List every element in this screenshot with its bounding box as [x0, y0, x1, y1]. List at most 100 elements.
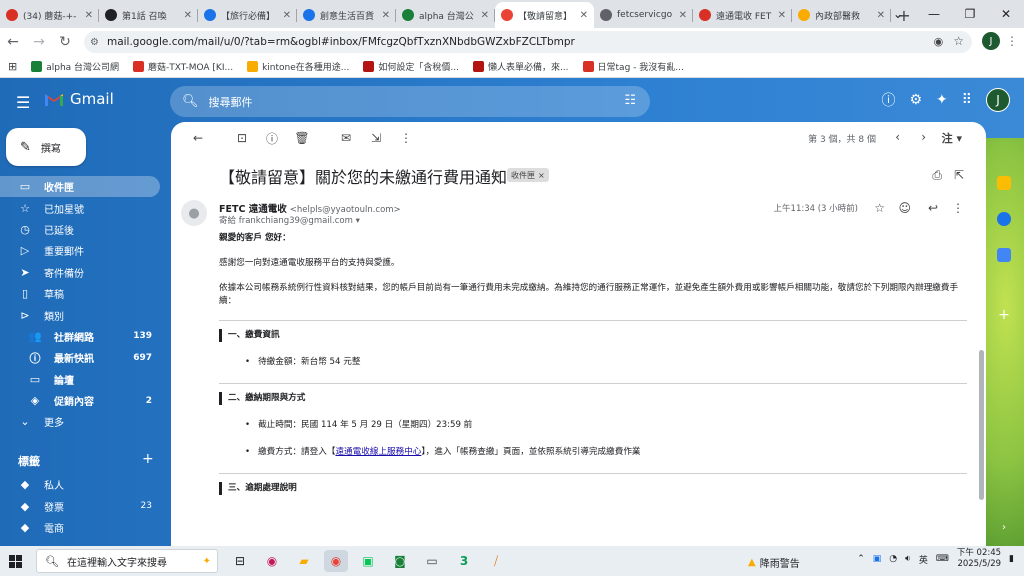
nav-item[interactable]: ◷ 已延後: [0, 219, 162, 240]
bookmark-item[interactable]: kintone在各種用途...: [247, 60, 349, 73]
label-item[interactable]: ◆ 私人: [0, 474, 162, 495]
emoji-react-icon[interactable]: ☺: [898, 201, 911, 215]
maximize-icon[interactable]: ❐: [952, 0, 988, 28]
task-view-icon[interactable]: ⊟: [228, 550, 252, 572]
calendar-icon[interactable]: [997, 176, 1011, 190]
browser-tab[interactable]: 【敬請留意】 ✕: [495, 2, 594, 28]
chevron-down-icon[interactable]: ⌄: [880, 0, 916, 28]
line-app-icon[interactable]: ▣: [356, 550, 380, 572]
browser-tab[interactable]: 【旅行必備】 ✕: [198, 2, 297, 28]
search-filter-icon[interactable]: ☷: [624, 93, 636, 108]
service-center-link[interactable]: 遠通電收線上服務中心: [335, 447, 421, 457]
nav-item[interactable]: ◈ 促銷內容 2: [0, 390, 162, 411]
account-avatar[interactable]: J: [986, 88, 1010, 112]
site-settings-icon[interactable]: ⚙: [90, 37, 99, 48]
browser-menu-icon[interactable]: ⋮: [1006, 34, 1018, 48]
tab-close-icon[interactable]: ✕: [580, 10, 588, 21]
green-app-icon[interactable]: ◙: [388, 550, 412, 572]
file-explorer-icon[interactable]: ▰: [292, 550, 316, 572]
star-icon[interactable]: ☆: [874, 201, 885, 215]
move-to-icon[interactable]: ⇲: [361, 131, 391, 145]
nav-item[interactable]: ⊳ 類別: [0, 304, 162, 325]
nav-item[interactable]: ▷ 重要郵件: [0, 240, 162, 261]
print-icon[interactable]: ⎙: [932, 168, 942, 183]
gmail-logo[interactable]: Gmail: [44, 90, 114, 108]
tab-close-icon[interactable]: ✕: [481, 10, 489, 21]
contacts-icon[interactable]: [997, 248, 1011, 262]
report-spam-icon[interactable]: ⓘ: [257, 130, 287, 147]
tab-close-icon[interactable]: ✕: [382, 10, 390, 21]
newer-chevron-icon[interactable]: ‹: [895, 130, 900, 144]
volume-icon[interactable]: 🔉︎: [905, 554, 911, 564]
back-to-inbox-icon[interactable]: ←: [183, 131, 213, 145]
more-options-icon[interactable]: ⋮: [391, 131, 421, 145]
inbox-label-chip[interactable]: 收件匣 ×: [507, 168, 549, 182]
collapse-panel-icon[interactable]: ›: [997, 522, 1011, 536]
mail-search-bar[interactable]: 🔍︎ 搜尋郵件 ☷: [170, 86, 650, 117]
tab-close-icon[interactable]: ✕: [778, 10, 786, 21]
important-marker-icon[interactable]: ᐅ: [492, 169, 500, 182]
bookmark-item[interactable]: 日常tag - 我沒有亂...: [582, 60, 684, 73]
recipient-line[interactable]: 寄給 frankchiang39@gmail.com ▾: [219, 214, 360, 226]
nav-item[interactable]: ☆ 已加星號: [0, 197, 162, 218]
browser-tab[interactable]: 創意生活百貨 ✕: [297, 2, 396, 28]
browser-tab[interactable]: alpha 台灣公 ✕: [396, 2, 495, 28]
nav-item[interactable]: ▭ 論壇: [0, 369, 162, 390]
apps-grid-icon[interactable]: ⊞: [8, 60, 17, 73]
ime-mode-icon[interactable]: ⌨: [936, 554, 949, 564]
browser-tab[interactable]: fetcservicgo ✕: [594, 2, 693, 28]
tray-overflow-icon[interactable]: ⌃: [857, 554, 865, 564]
label-item[interactable]: ◆ 發票 23: [0, 495, 162, 516]
eye-icon[interactable]: ◉: [934, 35, 944, 48]
minimize-icon[interactable]: —: [916, 0, 952, 28]
message-scrollbar[interactable]: [978, 200, 986, 546]
tab-close-icon[interactable]: ✕: [184, 10, 192, 21]
app-33-icon[interactable]: 3: [452, 550, 476, 572]
windows-start-icon[interactable]: [0, 546, 30, 576]
bookmark-item[interactable]: 蘑菇-TXT-MOA [KI...: [133, 60, 233, 73]
taskbar-search[interactable]: 🔍︎ 在這裡輸入文字來搜尋 ✦: [36, 549, 218, 573]
editor-app-icon[interactable]: ⧸: [484, 550, 508, 572]
weather-widget[interactable]: ▲ 降雨警告: [748, 555, 800, 570]
google-apps-icon[interactable]: ⠿: [962, 92, 972, 108]
tasks-icon[interactable]: [997, 212, 1011, 226]
back-arrow-icon[interactable]: ←: [0, 29, 26, 55]
older-chevron-icon[interactable]: ›: [921, 130, 926, 144]
reply-icon[interactable]: ↩: [928, 201, 938, 215]
remove-label-icon[interactable]: ×: [538, 171, 545, 180]
scroll-thumb[interactable]: [979, 350, 984, 500]
address-bar[interactable]: ⚙ mail.google.com/mail/u/0/?tab=rm&ogbl#…: [84, 31, 972, 53]
settings-gear-icon[interactable]: ⚙: [909, 92, 922, 108]
browser-tab[interactable]: 內政部醫救 ✕: [792, 2, 891, 28]
reload-icon[interactable]: ↻: [52, 29, 78, 55]
tab-close-icon[interactable]: ✕: [85, 10, 93, 21]
browser-tab[interactable]: 第1話 召喚 ✕: [99, 2, 198, 28]
nav-item[interactable]: ➤ 寄件備份: [0, 262, 162, 283]
nav-item[interactable]: ▭ 收件匣: [0, 176, 160, 198]
archive-icon[interactable]: ⊡: [227, 131, 257, 145]
mark-unread-icon[interactable]: ✉: [331, 131, 361, 145]
delete-icon[interactable]: 🗑︎: [287, 131, 317, 145]
nav-item[interactable]: 👥 社群網路 139: [0, 326, 162, 347]
wifi-icon[interactable]: ◔: [889, 554, 897, 564]
tray-app-icon[interactable]: ▣: [873, 554, 882, 564]
help-icon[interactable]: ⓘ: [881, 90, 895, 110]
input-tools-button[interactable]: 注 ▾: [942, 130, 962, 146]
copilot-icon[interactable]: ◉: [260, 550, 284, 572]
notification-icon[interactable]: ▮: [1009, 554, 1014, 564]
gemini-sparkle-icon[interactable]: ✦: [936, 92, 948, 108]
nav-item[interactable]: ⓘ 最新快訊 697: [0, 347, 162, 368]
message-more-icon[interactable]: ⋮: [952, 201, 964, 215]
clock[interactable]: 下午 02:45 2025/5/29: [957, 548, 1001, 570]
bookmark-item[interactable]: 懶人表單必備，來...: [472, 60, 569, 73]
forward-arrow-icon[interactable]: →: [26, 29, 52, 55]
nav-item[interactable]: ▯ 草稿: [0, 283, 162, 304]
photos-app-icon[interactable]: ▭: [420, 550, 444, 572]
browser-tab[interactable]: 遠通電收 FET ✕: [693, 2, 792, 28]
chrome-icon[interactable]: ◉: [324, 550, 348, 572]
bookmark-item[interactable]: 如何設定「含稅價...: [363, 60, 459, 73]
compose-button[interactable]: ✎ 撰寫: [6, 128, 86, 166]
tab-close-icon[interactable]: ✕: [283, 10, 291, 21]
nav-item[interactable]: ⌄ 更多: [0, 411, 162, 432]
bookmark-star-icon[interactable]: ☆: [953, 34, 964, 48]
